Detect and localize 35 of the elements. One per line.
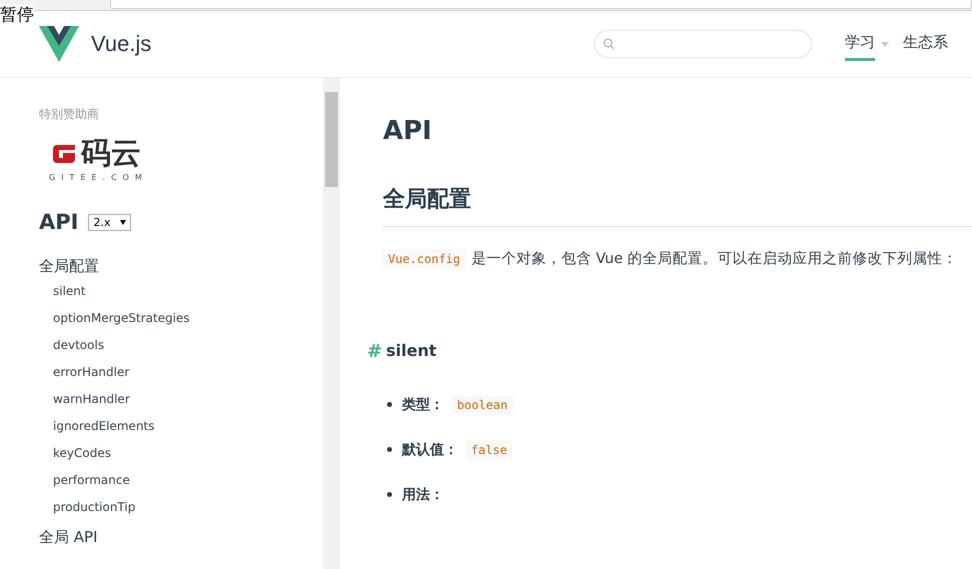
sidebar-link[interactable]: silent [53, 278, 86, 305]
inline-code: Vue.config [383, 249, 466, 269]
sidebar-link[interactable]: performance [53, 467, 130, 494]
property-label: 用法： [402, 486, 444, 504]
version-select[interactable]: 2.x [88, 214, 132, 230]
nav-link[interactable]: 学习 [845, 27, 875, 61]
sidebar-link[interactable]: keyCodes [53, 440, 111, 467]
sidebar-link[interactable]: warnHandler [53, 386, 130, 413]
bullet-icon [387, 447, 392, 452]
nav-link[interactable]: 生态系 [903, 27, 948, 61]
sponsor-logo[interactable]: 码云 GITEE.COM [49, 137, 148, 182]
search-field[interactable] [594, 30, 812, 58]
sidebar-link[interactable]: devtools [53, 332, 104, 359]
page-title: API [383, 116, 433, 146]
sidebar-section-link[interactable]: 全局 API [39, 527, 98, 547]
inline-code: false [466, 440, 512, 460]
subsection-heading: silent [386, 341, 436, 362]
sidebar-link[interactable]: productionTip [53, 494, 136, 521]
sidebar-title: API [39, 210, 78, 234]
property-label: 默认值： [402, 440, 458, 458]
section-heading: 全局配置 [383, 184, 972, 227]
sidebar-section-link[interactable]: 全局配置 [39, 256, 99, 276]
bullet-icon [387, 492, 392, 497]
bullet-icon [387, 402, 392, 407]
sidebar-link[interactable]: ignoredElements [53, 413, 155, 440]
v-logo-icon [39, 26, 79, 62]
sidebar-link[interactable]: optionMergeStrategies [53, 305, 190, 332]
sidebar-link[interactable]: errorHandler [53, 359, 130, 386]
sponsor-label: 特别赞助商 [39, 106, 99, 123]
property-label: 类型： [402, 396, 444, 414]
intro-text: 是一个对象，包含 Vue 的全局配置。可以在启动应用之前修改下列属性： [471, 251, 958, 267]
brand-name: Vue.js [91, 31, 152, 57]
scrollbar-thumb[interactable] [325, 92, 338, 187]
inline-code: boolean [452, 394, 513, 414]
search-icon [603, 38, 615, 50]
